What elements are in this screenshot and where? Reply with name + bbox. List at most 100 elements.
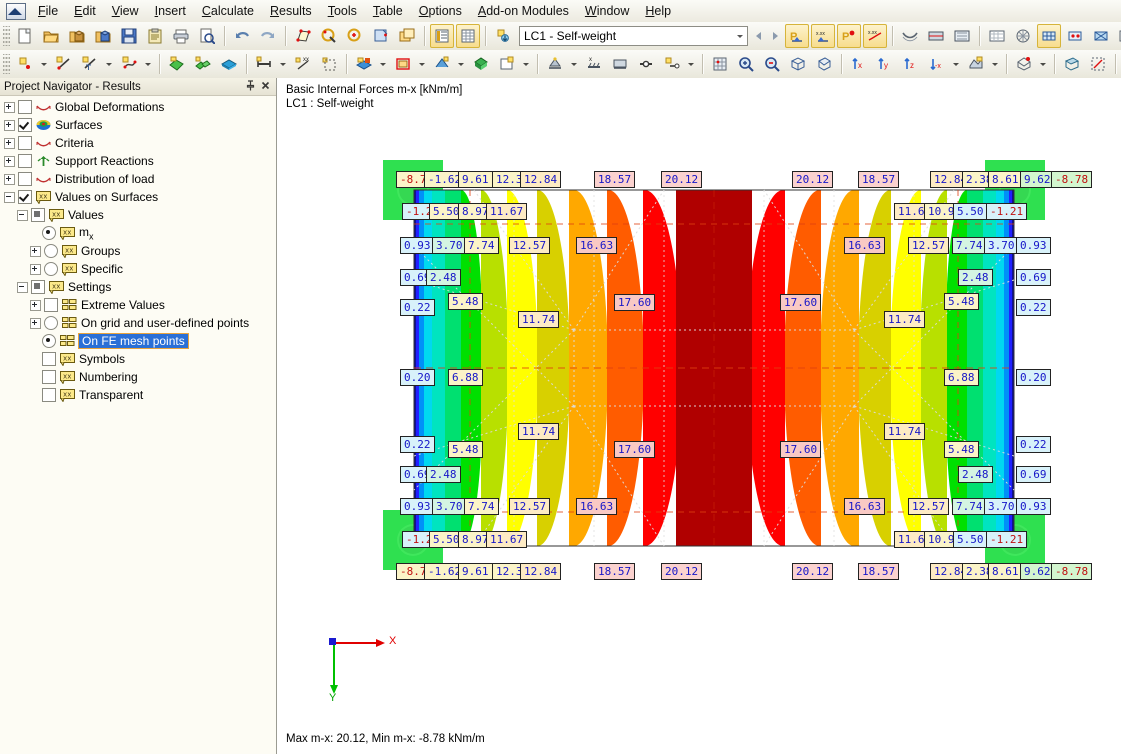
graphics-view[interactable]: Basic Internal Forces m-x [kNm/m] LC1 : … bbox=[277, 78, 1121, 754]
tree-checkbox-settings[interactable] bbox=[31, 280, 45, 294]
mesh-refine-icon[interactable] bbox=[708, 52, 732, 76]
fe-mesh-surface-icon[interactable] bbox=[1089, 24, 1113, 48]
tree-radio-on-fe-mesh-points[interactable] bbox=[42, 334, 56, 348]
table-grid-icon[interactable] bbox=[456, 24, 480, 48]
tree-checkbox-transparent[interactable] bbox=[42, 388, 56, 402]
tree-expand-icon[interactable] bbox=[4, 137, 15, 149]
deformation-icon[interactable] bbox=[898, 24, 922, 48]
render-mode-icon[interactable] bbox=[964, 52, 988, 76]
tree-checkbox-symbols[interactable] bbox=[42, 352, 56, 366]
zoom-out-icon[interactable] bbox=[760, 52, 784, 76]
tree-expand-icon[interactable] bbox=[4, 173, 15, 185]
menu-item-window[interactable]: Window bbox=[577, 1, 637, 21]
table-panel-icon[interactable] bbox=[430, 24, 454, 48]
dropdown-load-member[interactable] bbox=[455, 53, 466, 75]
tree-item-surfaces[interactable]: Surfaces bbox=[0, 116, 276, 134]
new-document-icon[interactable] bbox=[13, 24, 37, 48]
clipboard-icon[interactable] bbox=[143, 24, 167, 48]
tree-expand-icon[interactable] bbox=[4, 119, 15, 131]
load-case-combo[interactable] bbox=[519, 26, 748, 46]
result-contour-plot[interactable]: -8.78 -1.62 9.61 12.31 12.84 18.57 20.12 20.12 1… bbox=[383, 160, 1093, 580]
node-icon[interactable] bbox=[13, 52, 37, 76]
close-icon[interactable] bbox=[259, 79, 274, 94]
line-dim-icon[interactable] bbox=[78, 52, 102, 76]
menu-item-calculate[interactable]: Calculate bbox=[194, 1, 262, 21]
tree-radio-groups[interactable] bbox=[44, 244, 58, 258]
clipping-icon[interactable] bbox=[1086, 52, 1110, 76]
tree-item-on-fe-mesh-points[interactable]: On FE mesh points bbox=[0, 332, 276, 350]
tree-item-global-deformations[interactable]: Global Deformations bbox=[0, 98, 276, 116]
dropdown-nodal-support[interactable] bbox=[568, 53, 579, 75]
toolbar-grip[interactable] bbox=[3, 26, 10, 46]
menu-item-view[interactable]: View bbox=[104, 1, 147, 21]
fe-mesh-icon[interactable] bbox=[1037, 24, 1061, 48]
support-values-icon[interactable]: x.xx bbox=[811, 24, 835, 48]
view-z-icon[interactable]: z bbox=[899, 52, 923, 76]
tree-item-specific[interactable]: xx Specific bbox=[0, 260, 276, 278]
tree-checkbox-extreme-values[interactable] bbox=[44, 298, 58, 312]
tree-item-mx[interactable]: xx mx bbox=[0, 224, 276, 242]
dropdown-view[interactable] bbox=[950, 53, 961, 75]
tree-item-support-reactions[interactable]: Support Reactions bbox=[0, 152, 276, 170]
tree-radio-specific[interactable] bbox=[44, 262, 58, 276]
load-case-combo-icon[interactable] bbox=[495, 52, 519, 76]
nodal-results-icon[interactable]: P bbox=[837, 24, 861, 48]
menu-item-table[interactable]: Table bbox=[365, 1, 411, 21]
nodal-values-icon[interactable]: x.xx bbox=[863, 24, 887, 48]
tree-item-numbering[interactable]: xx Numbering bbox=[0, 368, 276, 386]
tree-item-groups[interactable]: xx Groups bbox=[0, 242, 276, 260]
tree-item-symbols[interactable]: xx Symbols bbox=[0, 350, 276, 368]
load-case-input[interactable] bbox=[520, 29, 733, 43]
zoom-in-icon[interactable] bbox=[734, 52, 758, 76]
tree-expand-icon[interactable] bbox=[30, 245, 41, 257]
tree-expand-icon[interactable] bbox=[4, 101, 15, 113]
member-icon[interactable] bbox=[252, 52, 276, 76]
visibility-icon[interactable] bbox=[1012, 52, 1036, 76]
tree-collapse-icon[interactable] bbox=[17, 281, 28, 293]
tree-radio-on-grid-and-user-defined-points[interactable] bbox=[44, 316, 58, 330]
deselect-circle-icon[interactable] bbox=[343, 24, 367, 48]
support-results-icon[interactable]: P bbox=[785, 24, 809, 48]
tree-expand-icon[interactable] bbox=[30, 263, 41, 275]
dropdown-visibility[interactable] bbox=[1037, 53, 1048, 75]
save-icon[interactable] bbox=[117, 24, 141, 48]
pin-icon[interactable] bbox=[244, 79, 259, 94]
tree-checkbox-criteria[interactable] bbox=[18, 136, 32, 150]
render-shade-icon[interactable] bbox=[1011, 24, 1035, 48]
tree-checkbox-values[interactable] bbox=[31, 208, 45, 222]
tree-item-values-on-surfaces[interactable]: xx Values on Surfaces bbox=[0, 188, 276, 206]
menu-item-add-on-modules[interactable]: Add-on Modules bbox=[470, 1, 577, 21]
tree-expand-icon[interactable] bbox=[4, 155, 15, 167]
nav-prev-icon[interactable] bbox=[750, 25, 767, 47]
solid-icon[interactable] bbox=[217, 52, 241, 76]
view-minus-x-icon[interactable]: -x bbox=[925, 52, 949, 76]
menu-item-insert[interactable]: Insert bbox=[147, 1, 194, 21]
fe-mesh-node-icon[interactable] bbox=[1063, 24, 1087, 48]
tree-checkbox-distribution-of-load[interactable] bbox=[18, 172, 32, 186]
member-xx-icon[interactable]: xx bbox=[291, 52, 315, 76]
surface-results-icon[interactable] bbox=[950, 24, 974, 48]
surface-support-icon[interactable] bbox=[608, 52, 632, 76]
release-icon[interactable] bbox=[660, 52, 684, 76]
view-x-icon[interactable]: x bbox=[847, 52, 871, 76]
tree-item-settings[interactable]: xx Settings bbox=[0, 278, 276, 296]
perspective-icon[interactable] bbox=[812, 52, 836, 76]
surface-set-icon[interactable] bbox=[191, 52, 215, 76]
print-icon[interactable] bbox=[169, 24, 193, 48]
tree-checkbox-global-deformations[interactable] bbox=[18, 100, 32, 114]
load-frame-icon[interactable] bbox=[391, 52, 415, 76]
select-circle-icon[interactable] bbox=[317, 24, 341, 48]
dropdown-load-surface[interactable] bbox=[377, 53, 388, 75]
tree-checkbox-numbering[interactable] bbox=[42, 370, 56, 384]
edit-surface-icon[interactable] bbox=[291, 24, 315, 48]
line-icon[interactable] bbox=[52, 52, 76, 76]
menu-item-results[interactable]: Results bbox=[262, 1, 320, 21]
select-add-icon[interactable] bbox=[369, 24, 393, 48]
dropdown-release[interactable] bbox=[685, 53, 696, 75]
solid-3d-icon[interactable] bbox=[469, 52, 493, 76]
load-surface-icon[interactable] bbox=[352, 52, 376, 76]
tree-expand-icon[interactable] bbox=[30, 299, 41, 311]
print-preview-icon[interactable] bbox=[195, 24, 219, 48]
box-view-icon[interactable] bbox=[786, 52, 810, 76]
surface-icon[interactable] bbox=[165, 52, 189, 76]
